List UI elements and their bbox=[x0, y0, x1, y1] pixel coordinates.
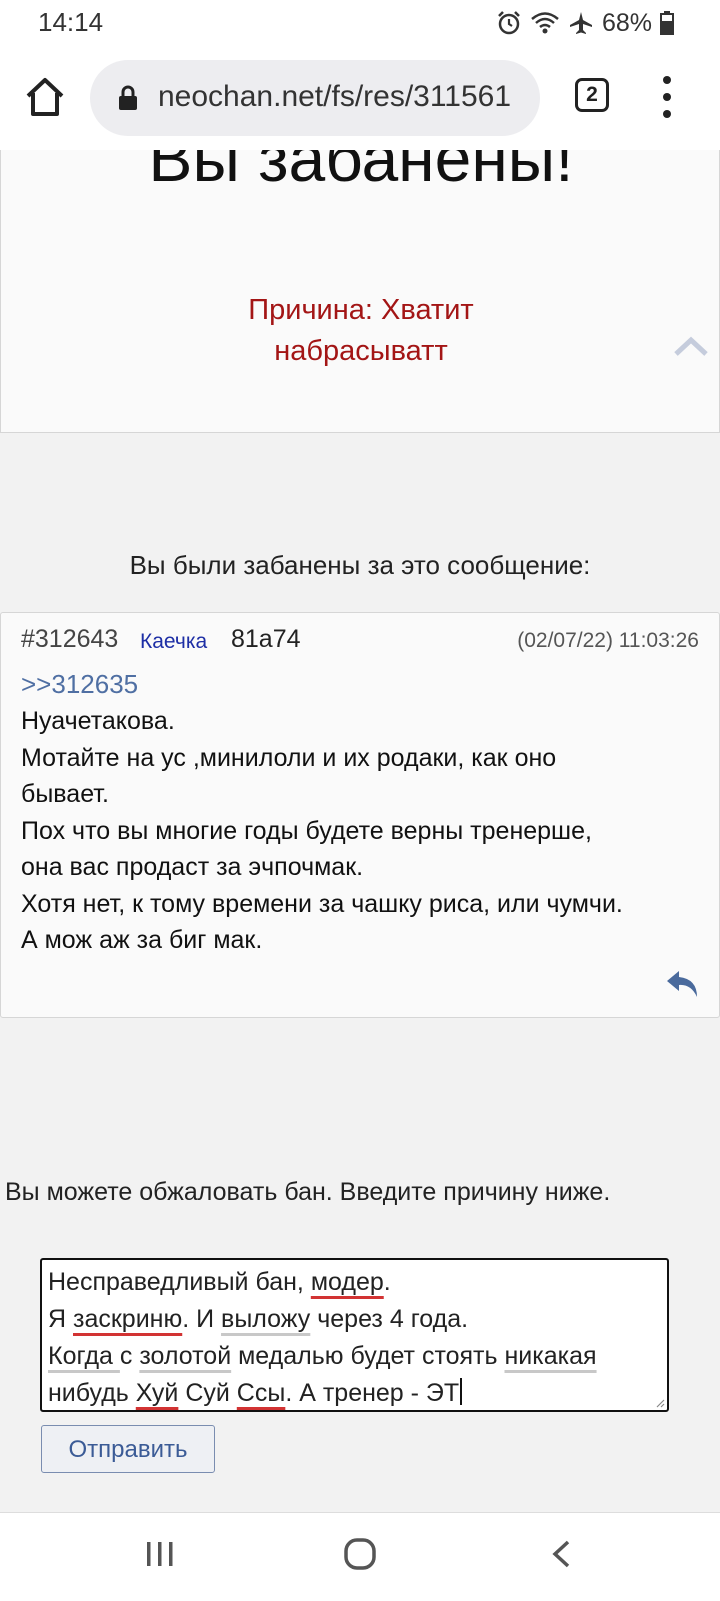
url-text: neochan.net/fs/res/311561 bbox=[158, 80, 512, 113]
post-line: А мож аж за биг мак. bbox=[21, 926, 263, 954]
home-icon bbox=[26, 78, 64, 116]
appeal-textarea[interactable]: Несправедливый бан, модер. Я заскриню. И… bbox=[40, 1258, 669, 1412]
resize-handle-icon[interactable] bbox=[655, 1398, 665, 1408]
system-nav-bar bbox=[0, 1512, 720, 1601]
ban-notice: Вы забанены! Причина: Хватит набрасыватт bbox=[0, 150, 720, 433]
ban-reason-line: Причина: Хватит bbox=[248, 294, 474, 326]
appeal-line: Я заскриню. И выложу через 4 года. bbox=[48, 1305, 469, 1333]
address-bar[interactable]: neochan.net/fs/res/311561 bbox=[90, 60, 540, 136]
scroll-up-icon[interactable] bbox=[673, 335, 709, 357]
post-line: Пох что вы многие годы будете верны трен… bbox=[21, 816, 592, 845]
browser-toolbar: neochan.net/fs/res/311561 2 bbox=[0, 48, 720, 151]
lock-icon bbox=[119, 85, 137, 110]
recents-icon[interactable] bbox=[145, 1539, 175, 1569]
battery-icon bbox=[660, 11, 674, 35]
status-time: 14:14 bbox=[38, 7, 104, 37]
text-cursor bbox=[460, 1378, 463, 1405]
post-line: бывает. bbox=[21, 780, 109, 808]
home-button[interactable] bbox=[22, 74, 68, 120]
status-bar: 14:14 68% bbox=[0, 0, 720, 48]
post-line: Нуачетакова. bbox=[21, 707, 175, 735]
reply-link[interactable]: >>312635 bbox=[21, 669, 138, 700]
tab-switcher-button[interactable]: 2 bbox=[575, 78, 609, 112]
ban-reason: Причина: Хватит набрасыватт bbox=[201, 290, 521, 372]
ban-title: Вы забанены! bbox=[148, 150, 574, 195]
post-line: она вас продаст за эчпочмак. bbox=[21, 853, 364, 881]
nav-home-icon[interactable] bbox=[343, 1537, 377, 1571]
post-date: (02/07/22) 11:03:26 bbox=[517, 629, 699, 652]
airplane-icon bbox=[569, 12, 592, 34]
appeal-line: Когда с золотой медалью будет стоять ник… bbox=[48, 1342, 597, 1370]
wifi-icon bbox=[531, 12, 559, 34]
post-number[interactable]: #312643 bbox=[21, 625, 118, 654]
post-line: Хотя нет, к тому времени за чашку риса, … bbox=[21, 889, 623, 918]
battery-percent: 68% bbox=[601, 8, 652, 37]
reply-icon[interactable] bbox=[665, 969, 701, 999]
post-line: Мотайте на ус ,минилоли и их родаки, как… bbox=[21, 743, 557, 772]
ban-reason-line: набрасыватт bbox=[274, 335, 448, 367]
more-options-button[interactable] bbox=[652, 72, 682, 122]
appeal-line: нибудь Хуй Суй Ссы. А тренер - ЭТ bbox=[48, 1375, 661, 1412]
alarm-icon bbox=[498, 11, 520, 35]
status-icons: 68% bbox=[496, 8, 674, 38]
submit-appeal-button[interactable]: Отправить bbox=[41, 1425, 215, 1473]
back-icon[interactable] bbox=[550, 1539, 572, 1569]
post-author: Каечка bbox=[140, 630, 208, 653]
post-body: Нуачетакова. Мотайте на ус ,минилоли и и… bbox=[21, 703, 706, 959]
post-id: 81a74 bbox=[231, 625, 301, 653]
appeal-line: Несправедливый бан, модер. bbox=[48, 1268, 391, 1296]
appeal-label: Вы можете обжаловать бан. Введите причин… bbox=[5, 1178, 611, 1206]
banned-post: #312643 Каечка 81a74 (02/07/22) 11:03:26… bbox=[0, 612, 720, 1018]
banned-for-label: Вы были забанены за это сообщение: bbox=[129, 550, 591, 580]
